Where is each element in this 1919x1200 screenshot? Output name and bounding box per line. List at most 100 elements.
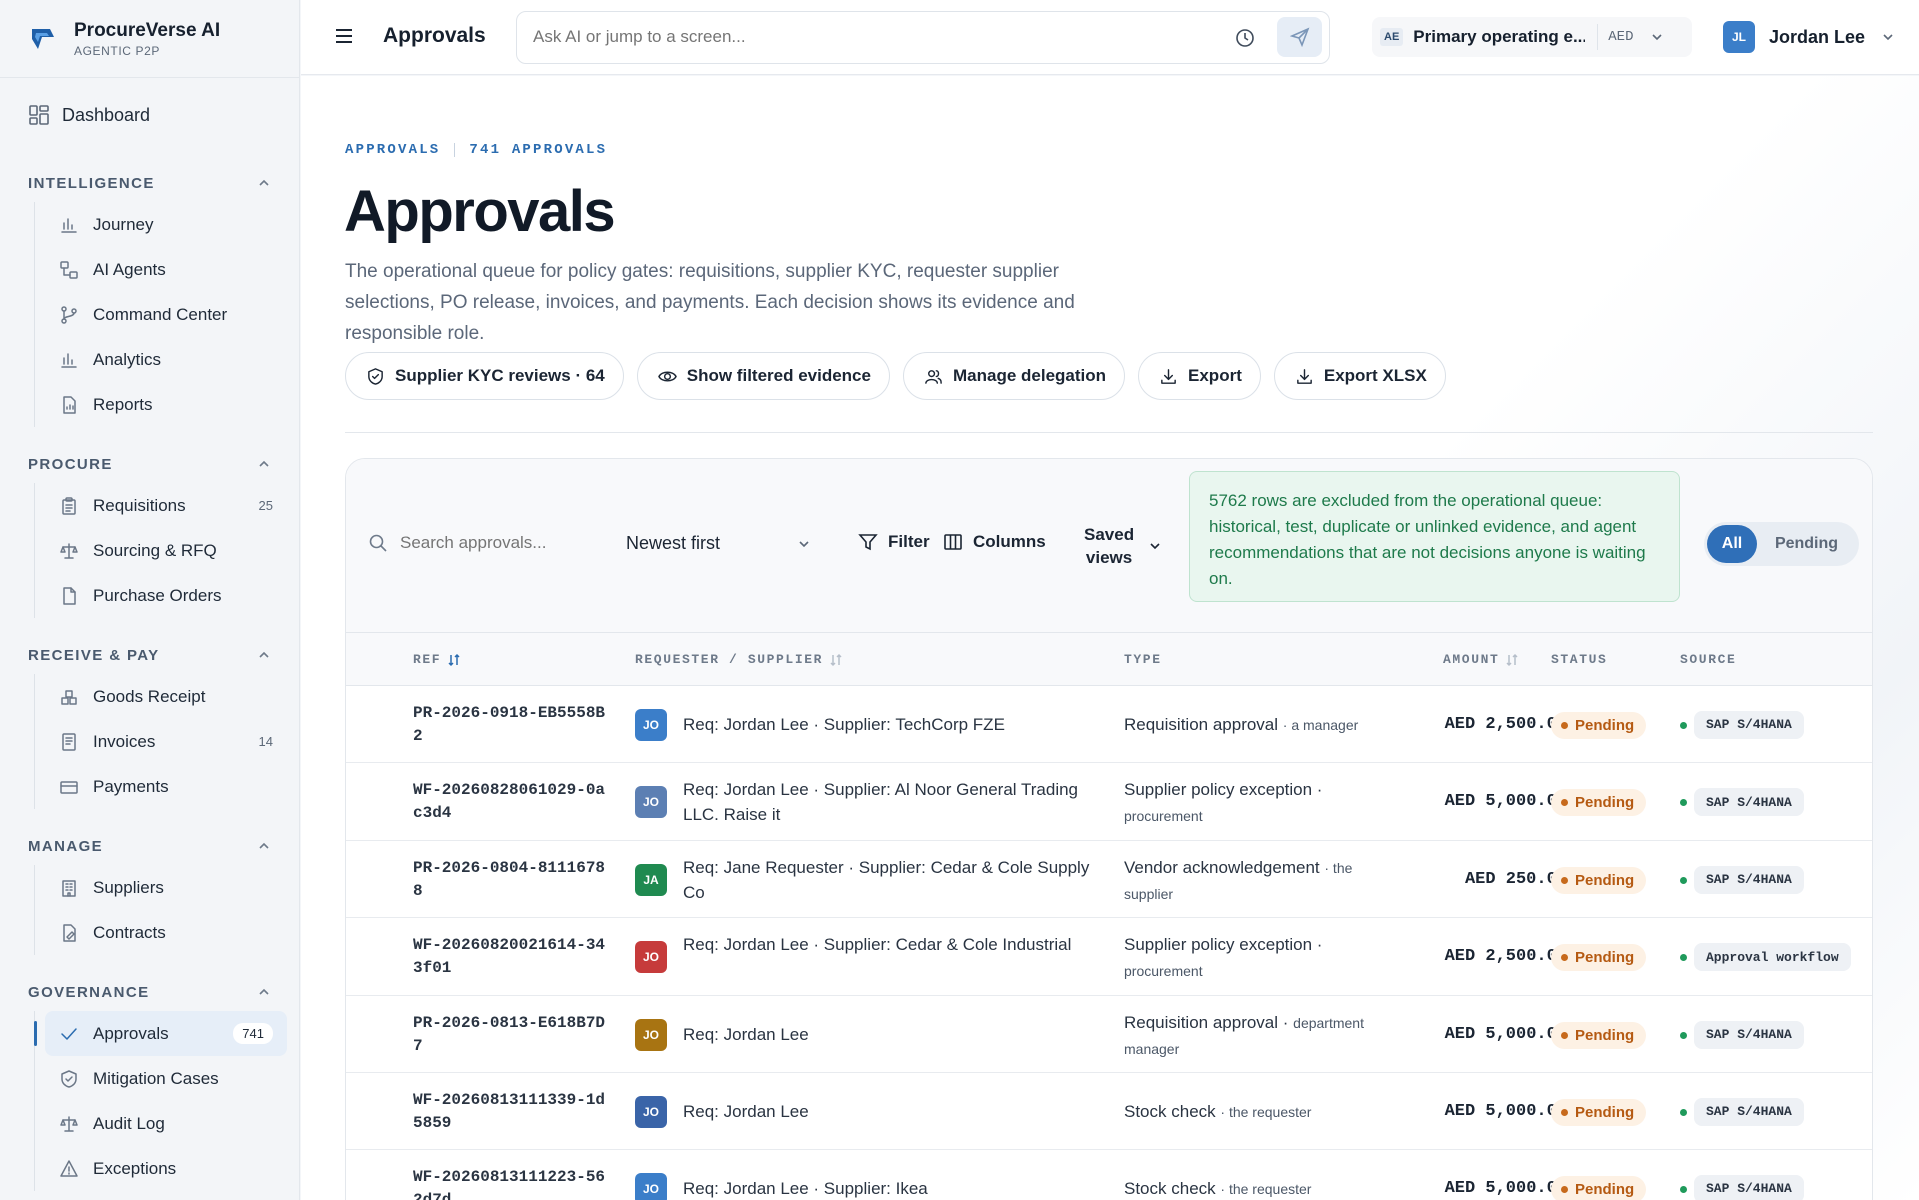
row-ref[interactable]: WF-20260820021614-343f01 bbox=[413, 934, 608, 980]
row-ref[interactable]: WF-20260813111339-1d5859 bbox=[413, 1089, 608, 1135]
breadcrumb-divider bbox=[454, 143, 456, 157]
nav-section-items: Goods Receipt Invoices 14 Payments bbox=[34, 674, 299, 809]
row-requester-supplier: Req: Jordan Lee · Supplier: Ikea bbox=[683, 1178, 928, 1198]
requester-avatar: JO bbox=[635, 941, 667, 973]
nav-section-header[interactable]: MANAGE bbox=[0, 831, 299, 861]
action-export-button[interactable]: Export bbox=[1138, 352, 1261, 400]
nav-section: RECEIVE & PAY Goods Receipt Invoices 14 Paym… bbox=[0, 640, 299, 809]
table-row[interactable]: PR-2026-0918-EB5558B2 JO Req: Jordan Lee ·… bbox=[346, 686, 1872, 763]
clock-icon[interactable] bbox=[1234, 27, 1256, 49]
sidebar-item-exceptions[interactable]: Exceptions bbox=[35, 1146, 287, 1191]
table-row[interactable]: WF-20260828061029-0ac3d4 JO Req: Jordan Le… bbox=[346, 763, 1872, 841]
sort-value: Newest first bbox=[626, 533, 721, 553]
sidebar-item-invoices[interactable]: Invoices 14 bbox=[35, 719, 287, 764]
columns-icon bbox=[944, 534, 962, 550]
sidebar-item-reports[interactable]: Reports bbox=[35, 382, 287, 427]
sidebar-item-label: Audit Log bbox=[93, 1113, 165, 1133]
row-type: Requisition approval · a manager bbox=[1124, 712, 1374, 738]
source-status-dot bbox=[1680, 1108, 1687, 1116]
row-ref[interactable]: PR-2026-0813-E618B7D7 bbox=[413, 1012, 608, 1058]
sidebar-item-audit-log[interactable]: Audit Log bbox=[35, 1101, 287, 1146]
row-ref[interactable]: WF-20260828061029-0ac3d4 bbox=[413, 779, 608, 825]
table-row[interactable]: PR-2026-0813-E618B7D7 JO Req: Jordan Lee Re… bbox=[346, 996, 1872, 1073]
status-toggle: All Pending bbox=[1704, 522, 1859, 566]
sidebar-item-requisitions[interactable]: Requisitions 25 bbox=[35, 483, 287, 528]
filter-button[interactable]: Filter bbox=[858, 532, 930, 552]
saved-views-button[interactable]: Saved views bbox=[1084, 523, 1162, 569]
status-badge: Pending bbox=[1551, 1098, 1647, 1126]
filter-icon bbox=[858, 534, 878, 551]
col-ref[interactable]: REF bbox=[413, 652, 461, 667]
status-dot bbox=[1561, 1031, 1568, 1039]
sidebar-item-suppliers[interactable]: Suppliers bbox=[35, 865, 287, 910]
approvals-table-card: Newest first Filter Columns Saved views … bbox=[345, 458, 1873, 1200]
row-ref[interactable]: PR-2026-0804-81116788 bbox=[413, 857, 608, 903]
sort-select[interactable]: Newest first bbox=[626, 533, 811, 554]
source-status-dot bbox=[1680, 721, 1687, 729]
sidebar-item-command-center[interactable]: Command Center bbox=[35, 292, 287, 337]
row-type-role: · the requester bbox=[1220, 1103, 1312, 1120]
action-label: Export bbox=[1188, 366, 1242, 385]
toggle-all[interactable]: All bbox=[1707, 525, 1757, 563]
topbar: Approvals AE Primary operating e... AED … bbox=[301, 0, 1919, 75]
nav-section-header[interactable]: INTELLIGENCE bbox=[0, 168, 299, 198]
sidebar-item-label: Requisitions bbox=[93, 495, 186, 515]
brand[interactable]: ProcureVerse AI AGENTIC P2P bbox=[0, 0, 299, 78]
main-content: APPROVALS 741 APPROVALS Approvals The op… bbox=[301, 76, 1919, 1200]
table-row[interactable]: WF-20260813111223-562d7d JO Req: Jordan Le… bbox=[346, 1150, 1872, 1200]
breadcrumb-section[interactable]: APPROVALS bbox=[345, 142, 440, 158]
action-export-xlsx-button[interactable]: Export XLSX bbox=[1273, 352, 1446, 400]
table-row[interactable]: PR-2026-0804-81116788 JA Req: Jane Request… bbox=[346, 841, 1872, 918]
row-requester-supplier: Req: Jordan Lee · Supplier: Cedar & Cole… bbox=[683, 935, 1072, 954]
nav-dashboard[interactable]: Dashboard bbox=[28, 96, 299, 134]
send-icon bbox=[1289, 27, 1309, 47]
table-toolbar: Newest first Filter Columns Saved views … bbox=[346, 459, 1872, 633]
action-supplier-kyc-reviews-64-button[interactable]: Supplier KYC reviews · 64 bbox=[345, 352, 624, 400]
status-label: Pending bbox=[1575, 1180, 1635, 1198]
sidebar-item-purchase-orders[interactable]: Purchase Orders bbox=[35, 573, 287, 618]
sidebar-item-goods-receipt[interactable]: Goods Receipt bbox=[35, 674, 287, 719]
col-amount[interactable]: AMOUNT bbox=[1443, 652, 1519, 667]
source-status-dot bbox=[1680, 954, 1687, 961]
ask-ai-input[interactable] bbox=[533, 27, 1133, 47]
saved-views-label-1: Saved bbox=[1084, 525, 1135, 544]
sidebar-item-mitigation-cases[interactable]: Mitigation Cases bbox=[35, 1056, 287, 1101]
chevron-up-icon bbox=[259, 179, 269, 186]
col-requester[interactable]: REQUESTER / SUPPLIER bbox=[635, 652, 843, 667]
sidebar-item-payments[interactable]: Payments bbox=[35, 764, 287, 809]
nav-section-header[interactable]: RECEIVE & PAY bbox=[0, 640, 299, 670]
nav-section-header[interactable]: GOVERNANCE bbox=[0, 977, 299, 1007]
row-type-label: Stock check bbox=[1124, 1101, 1216, 1121]
source-status-dot bbox=[1680, 876, 1687, 884]
action-show-filtered-evidence-button[interactable]: Show filtered evidence bbox=[636, 352, 890, 400]
chevron-up-icon bbox=[259, 988, 269, 995]
col-status: STATUS bbox=[1551, 652, 1607, 667]
user-menu[interactable]: JL Jordan Lee bbox=[1713, 15, 1909, 59]
sidebar-item-journey[interactable]: Journey bbox=[35, 202, 287, 247]
send-button[interactable] bbox=[1277, 17, 1322, 57]
contract-icon bbox=[63, 923, 76, 942]
nav-section-header[interactable]: PROCURE bbox=[0, 449, 299, 479]
requester-avatar: JO bbox=[635, 1095, 667, 1128]
sidebar-item-analytics[interactable]: Analytics bbox=[35, 337, 287, 382]
action-manage-delegation-button[interactable]: Manage delegation bbox=[902, 352, 1126, 400]
table-row[interactable]: WF-20260820021614-343f01 JO Req: Jordan Le… bbox=[346, 918, 1872, 996]
chevron-down-icon bbox=[1150, 543, 1160, 550]
table-row[interactable]: WF-20260813111339-1d5859 JO Req: Jordan Le… bbox=[346, 1073, 1872, 1150]
source-status-dot bbox=[1680, 1185, 1687, 1193]
row-ref[interactable]: PR-2026-0918-EB5558B2 bbox=[413, 702, 608, 748]
menu-icon[interactable] bbox=[335, 28, 353, 44]
sidebar-item-approvals[interactable]: Approvals 741 bbox=[34, 1011, 287, 1056]
sidebar-item-sourcing-rfq[interactable]: Sourcing & RFQ bbox=[35, 528, 287, 573]
row-ref[interactable]: WF-20260813111223-562d7d bbox=[413, 1166, 608, 1200]
sidebar-item-contracts[interactable]: Contracts bbox=[35, 910, 287, 955]
columns-button[interactable]: Columns bbox=[943, 532, 1046, 552]
status-dot bbox=[1561, 721, 1568, 729]
sidebar-item-ai-agents[interactable]: AI Agents bbox=[35, 247, 287, 292]
search-input[interactable] bbox=[400, 533, 560, 553]
user-avatar: JL bbox=[1723, 21, 1755, 53]
action-bar: Supplier KYC reviews · 64 Show filtered e… bbox=[345, 352, 1446, 400]
col-ref-label: REF bbox=[413, 652, 442, 667]
toggle-pending[interactable]: Pending bbox=[1757, 525, 1856, 563]
entity-switcher[interactable]: AE Primary operating e... AED bbox=[1372, 17, 1692, 57]
